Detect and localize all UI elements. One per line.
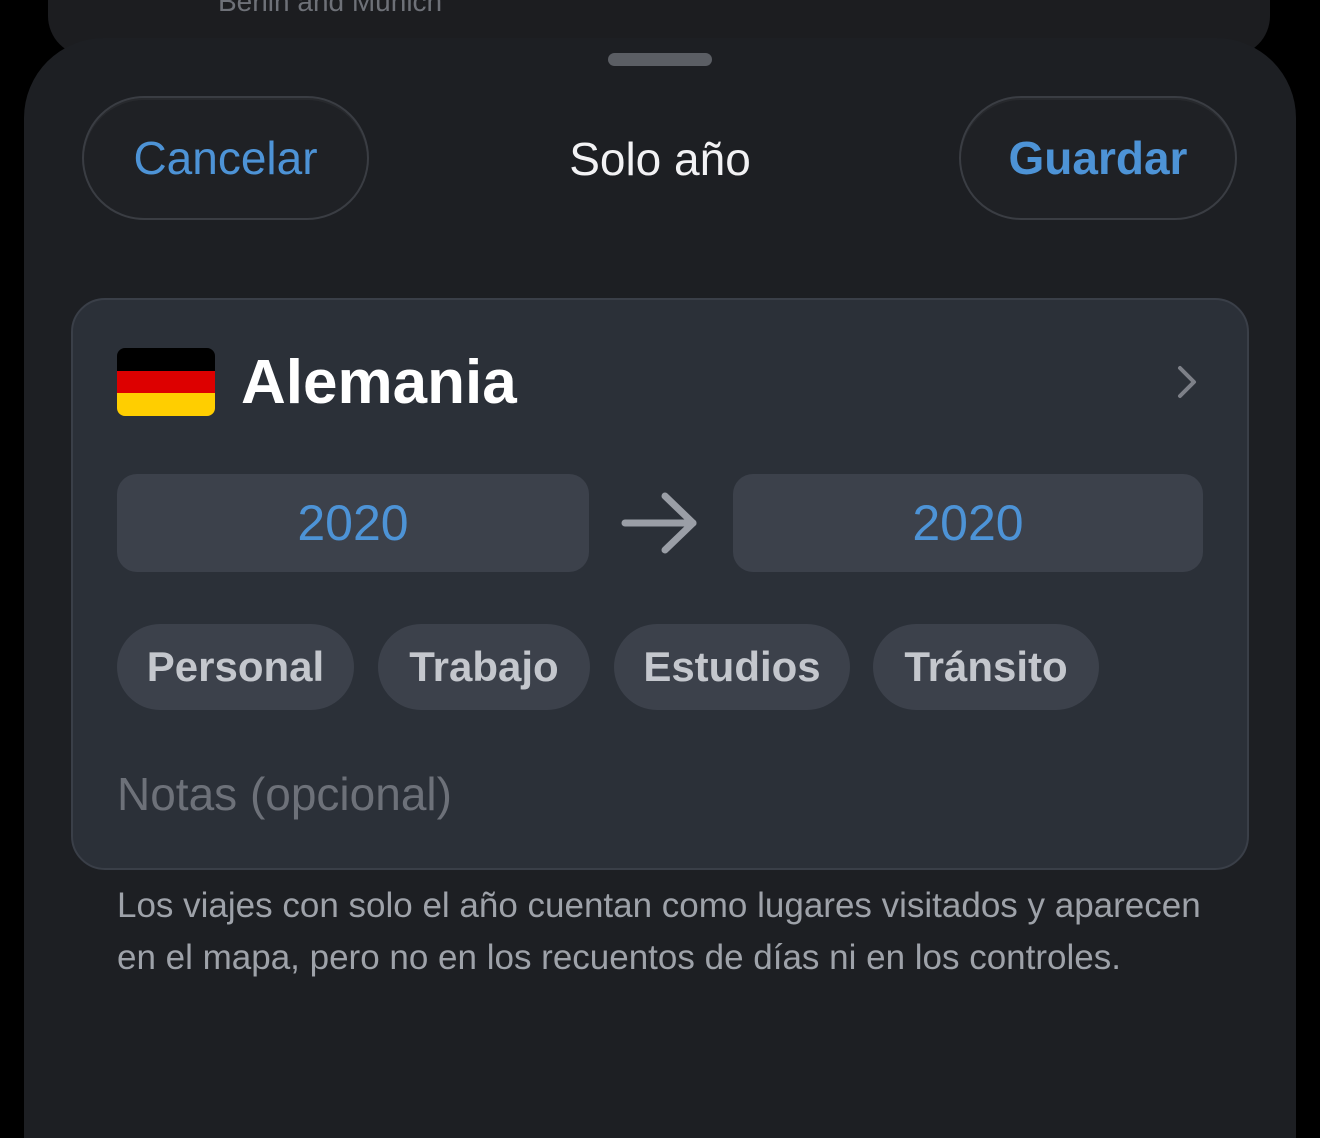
save-button[interactable]: Guardar <box>959 96 1237 220</box>
sheet-grabber[interactable] <box>608 53 712 66</box>
country-name: Alemania <box>241 348 517 417</box>
category-chip-transito[interactable]: Tránsito <box>873 624 1099 710</box>
germany-flag-icon <box>117 348 215 416</box>
trip-card: Alemania 2020 2020 Personal Trabajo Estu… <box>71 298 1249 870</box>
footnote-text: Los viajes con solo el año cuentan como … <box>117 886 1201 977</box>
category-chip-trabajo[interactable]: Trabajo <box>378 624 590 710</box>
end-year-picker[interactable]: 2020 <box>733 474 1203 572</box>
sheet-title: Solo año <box>569 133 751 185</box>
chevron-right-icon <box>1178 366 1196 398</box>
notes-field[interactable]: Notas (opcional) <box>117 762 1207 826</box>
category-chip-estudios[interactable]: Estudios <box>614 624 850 710</box>
category-chip-personal[interactable]: Personal <box>117 624 354 710</box>
start-year-picker[interactable]: 2020 <box>117 474 589 572</box>
arrow-right-icon <box>621 492 697 554</box>
country-row[interactable]: Alemania <box>117 348 1207 418</box>
cancel-button[interactable]: Cancelar <box>82 96 369 220</box>
background-card-text: Berlin and Munich <box>218 0 443 17</box>
